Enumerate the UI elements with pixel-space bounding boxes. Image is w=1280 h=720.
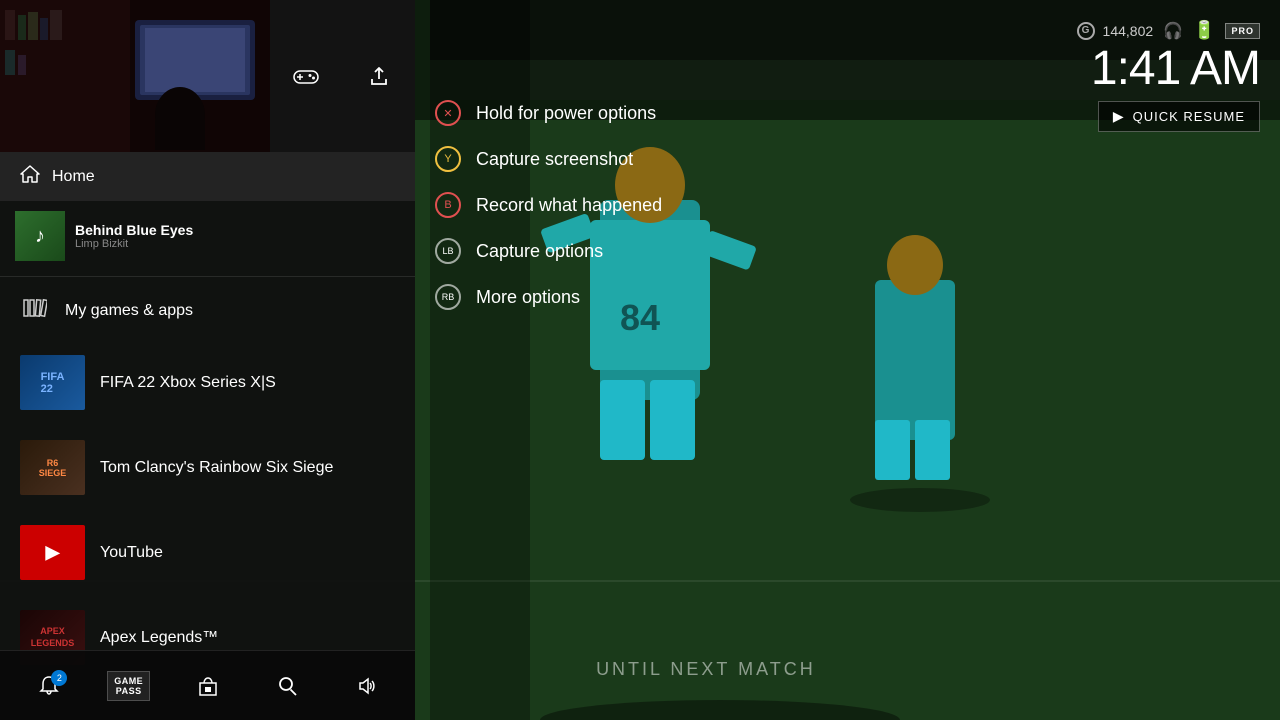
game-thumbnail (0, 0, 270, 152)
youtube-item[interactable]: ▶ YouTube (0, 510, 415, 595)
fifa-icon-text: FIFA22 (41, 371, 65, 395)
record-happened-item[interactable]: B Record what happened (430, 182, 667, 228)
my-games-label: My games & apps (65, 302, 193, 320)
youtube-play-icon: ▶ (46, 542, 60, 563)
now-playing-thumbnail: ♪ (15, 211, 65, 261)
bottom-taskbar: 2 GAME PASS (0, 650, 415, 720)
capture-options-label: Capture options (476, 241, 603, 262)
search-button[interactable] (266, 670, 308, 702)
record-happened-label: Record what happened (476, 195, 662, 216)
quick-resume-button[interactable]: ▶ QUICK RESUME (1098, 101, 1260, 132)
b-button-icon: B (435, 192, 461, 218)
top-right-hud: G 144,802 🎧 🔋 PRO 1:41 AM ▶ QUICK RESUME (1077, 20, 1260, 132)
store-icon (197, 675, 219, 697)
until-next-match-text: UNTIL NEXT MATCH (596, 659, 816, 680)
library-icon (20, 297, 50, 325)
home-icon (20, 164, 40, 189)
gamerscore: G 144,802 (1077, 22, 1154, 40)
notification-badge: 2 (51, 670, 67, 686)
x-button-icon: ✕ (435, 100, 461, 126)
share-button[interactable] (343, 0, 416, 152)
fifa-22-item[interactable]: FIFA22 FIFA 22 Xbox Series X|S (0, 340, 415, 425)
now-playing-info: Behind Blue Eyes Limp Bizkit (75, 222, 193, 250)
more-options-item[interactable]: RB More options (430, 274, 667, 320)
game-pass-button[interactable]: GAME PASS (107, 671, 150, 701)
library-svg (23, 297, 47, 319)
context-menu: ✕ Hold for power options Y Capture scree… (430, 90, 667, 320)
headset-icon: 🎧 (1163, 21, 1183, 41)
pro-badge: PRO (1225, 23, 1260, 39)
share-svg (368, 65, 390, 87)
header-controls (270, 0, 415, 152)
r6-label: Tom Clancy's Rainbow Six Siege (100, 459, 333, 477)
room-svg (0, 0, 270, 152)
fifa-label: FIFA 22 Xbox Series X|S (100, 374, 276, 392)
now-playing-section: ♪ Behind Blue Eyes Limp Bizkit (0, 201, 415, 271)
divider (0, 276, 415, 277)
game-pass-line2: PASS (116, 686, 142, 696)
home-label: Home (52, 168, 95, 186)
volume-button[interactable] (345, 670, 387, 702)
store-button[interactable] (187, 670, 229, 702)
home-nav-item[interactable]: Home (0, 152, 415, 201)
lb-button-icon: LB (435, 238, 461, 264)
capture-options-item[interactable]: LB Capture options (430, 228, 667, 274)
battery-icon: 🔋 (1193, 20, 1215, 41)
quick-resume-label: QUICK RESUME (1133, 109, 1245, 124)
youtube-label: YouTube (100, 544, 163, 562)
now-playing-title: Behind Blue Eyes (75, 222, 193, 238)
home-svg (20, 164, 40, 184)
capture-screenshot-item[interactable]: Y Capture screenshot (430, 136, 667, 182)
search-icon (276, 675, 298, 697)
left-panel: Home ♪ Behind Blue Eyes Limp Bizkit My g… (0, 0, 415, 720)
youtube-thumbnail: ▶ (20, 525, 85, 580)
power-options-label: Hold for power options (476, 103, 656, 124)
capture-screenshot-label: Capture screenshot (476, 149, 633, 170)
music-icon: ♪ (35, 225, 45, 248)
more-options-label: More options (476, 287, 580, 308)
controller-svg (292, 66, 320, 86)
rb-button-icon: RB (435, 284, 461, 310)
fifa-thumbnail: FIFA22 (20, 355, 85, 410)
g-icon: G (1077, 22, 1095, 40)
hud-icons-row: G 144,802 🎧 🔋 PRO (1077, 20, 1260, 41)
now-playing-subtitle: Limp Bizkit (75, 238, 193, 250)
thumbnail-row (0, 0, 415, 152)
apex-icon-text: APEXLEGENDS (31, 626, 75, 649)
notifications-button[interactable]: 2 (28, 670, 70, 702)
r6-thumbnail: R6SIEGE (20, 440, 85, 495)
r6-icon-text: R6SIEGE (39, 458, 67, 478)
time-display: 1:41 AM (1077, 45, 1260, 93)
volume-icon (355, 675, 377, 697)
my-games-apps-item[interactable]: My games & apps (0, 282, 415, 340)
stream-scene (0, 0, 270, 152)
y-button-icon: Y (435, 146, 461, 172)
gamerscore-value: 144,802 (1103, 23, 1154, 39)
game-pass-line1: GAME (114, 676, 143, 686)
power-options-item[interactable]: ✕ Hold for power options (430, 90, 667, 136)
play-icon: ▶ (1113, 108, 1125, 125)
controller-button[interactable] (270, 0, 343, 152)
r6-item[interactable]: R6SIEGE Tom Clancy's Rainbow Six Siege (0, 425, 415, 510)
apex-label: Apex Legends™ (100, 629, 218, 647)
